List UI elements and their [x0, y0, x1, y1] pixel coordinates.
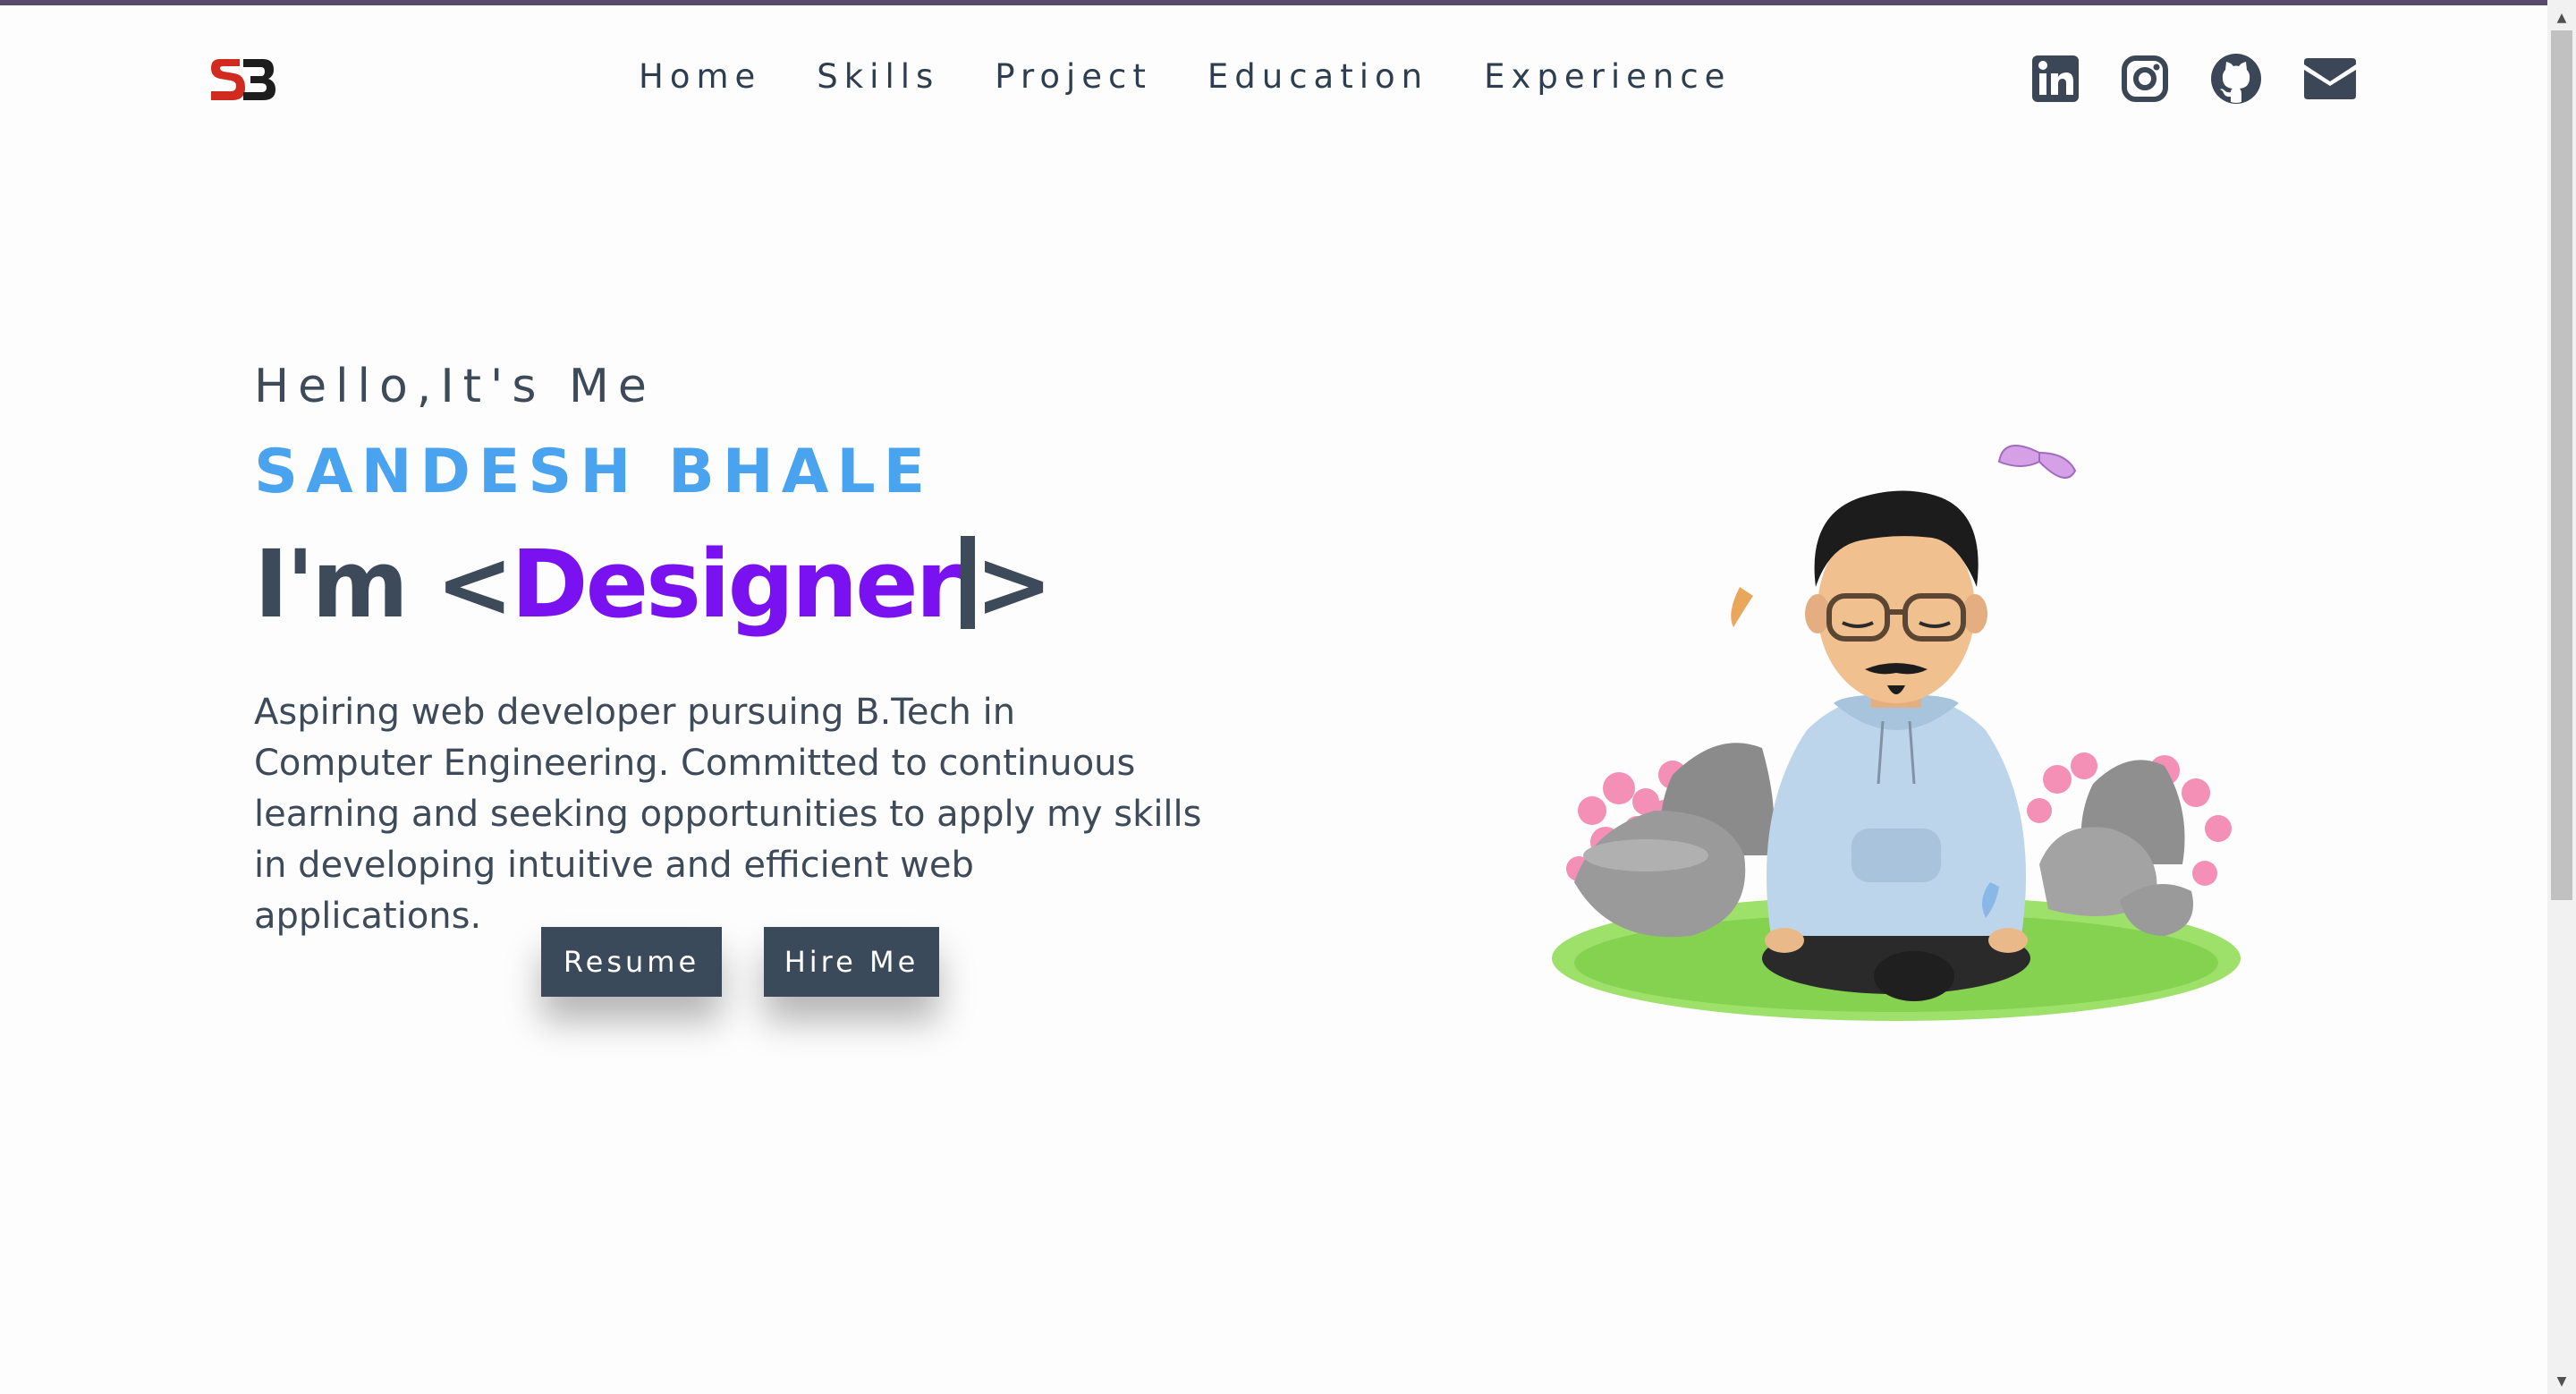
hero-name: SANDESH BHALE [254, 437, 934, 507]
nav-home[interactable]: Home [639, 57, 761, 96]
scroll-thumb[interactable] [2551, 30, 2572, 900]
social-links [2030, 52, 2358, 106]
nav-project[interactable]: Project [995, 57, 1152, 96]
avatar-illustration [1552, 445, 2241, 1021]
github-icon[interactable] [2209, 52, 2263, 106]
main-nav: Home Skills Project Education Experience [639, 57, 1731, 96]
hire-me-button[interactable]: Hire Me [764, 927, 939, 997]
scroll-down-arrow-icon[interactable]: ▼ [2547, 1369, 2576, 1394]
role-close-bracket: > [974, 530, 1053, 639]
scroll-up-arrow-icon[interactable]: ▲ [2547, 5, 2576, 30]
role-prefix: I'm [254, 530, 436, 639]
instagram-icon[interactable] [2120, 54, 2170, 104]
role-open-bracket: < [436, 530, 513, 639]
portfolio-page: SB Home Skills Project Education Experie… [0, 5, 2547, 1394]
typing-cursor [960, 536, 975, 629]
mail-icon[interactable] [2302, 56, 2358, 101]
nav-experience[interactable]: Experience [1484, 57, 1731, 96]
logo[interactable]: SB [208, 48, 277, 111]
resume-button[interactable]: Resume [541, 927, 722, 997]
hero-greeting: Hello,It's Me [254, 360, 656, 413]
vertical-scrollbar[interactable]: ▲ ▼ [2547, 0, 2576, 1394]
hero-description: Aspiring web developer pursuing B.Tech i… [254, 692, 1202, 937]
nav-skills[interactable]: Skills [817, 57, 939, 96]
linkedin-icon[interactable] [2030, 54, 2080, 104]
typed-role: Designer [511, 530, 962, 639]
nav-education[interactable]: Education [1208, 57, 1428, 96]
hero-role-line: I'm <Designer > [254, 530, 1053, 639]
